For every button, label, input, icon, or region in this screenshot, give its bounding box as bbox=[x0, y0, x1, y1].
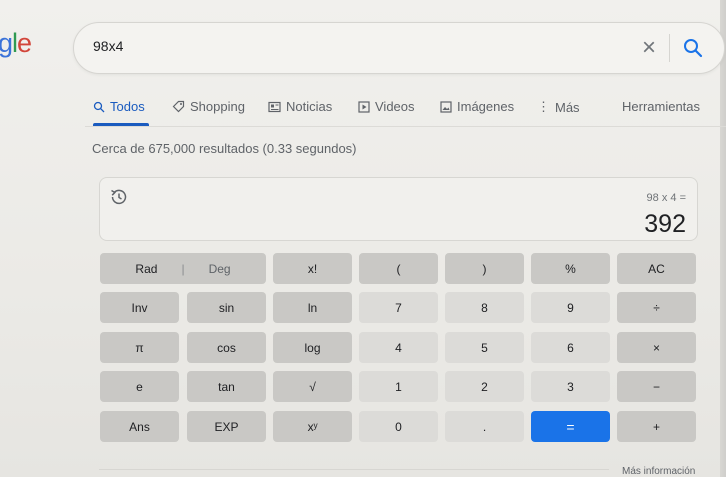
tab-imagenes[interactable]: Imágenes bbox=[440, 99, 514, 114]
tab-shopping[interactable]: Shopping bbox=[172, 99, 245, 114]
left-paren-key[interactable]: ( bbox=[359, 253, 438, 284]
tab-todos[interactable]: Todos bbox=[93, 99, 145, 114]
sin-key[interactable]: sin bbox=[187, 292, 266, 323]
tab-label: Herramientas bbox=[622, 99, 701, 114]
equals-key[interactable]: = bbox=[531, 411, 610, 442]
tab-label: Shopping bbox=[190, 99, 245, 114]
tabs-divider bbox=[85, 126, 726, 127]
digit-7-key[interactable]: 7 bbox=[359, 292, 438, 323]
calculator-footer-divider bbox=[99, 469, 609, 470]
tab-label: Videos bbox=[375, 99, 415, 114]
power-key[interactable]: xʸ bbox=[273, 411, 352, 442]
search-input[interactable]: 98x4 bbox=[93, 38, 123, 54]
more-info-link[interactable]: Más información bbox=[622, 466, 695, 477]
tab-herramientas[interactable]: Herramientas bbox=[622, 99, 700, 114]
history-icon[interactable] bbox=[108, 186, 130, 208]
sqrt-key[interactable]: √ bbox=[273, 371, 352, 402]
divide-key[interactable]: ÷ bbox=[617, 292, 696, 323]
digit-0-key[interactable]: 0 bbox=[359, 411, 438, 442]
tag-icon bbox=[172, 100, 185, 113]
multiply-key[interactable]: × bbox=[617, 332, 696, 363]
digit-5-key[interactable]: 5 bbox=[445, 332, 524, 363]
ans-key[interactable]: Ans bbox=[100, 411, 179, 442]
add-key[interactable]: + bbox=[617, 411, 696, 442]
tab-label: Noticias bbox=[286, 99, 333, 114]
search-icon[interactable] bbox=[681, 36, 705, 60]
exp-key[interactable]: EXP bbox=[187, 411, 266, 442]
digit-6-key[interactable]: 6 bbox=[531, 332, 610, 363]
right-paren-key[interactable]: ) bbox=[445, 253, 524, 284]
pi-key[interactable]: π bbox=[100, 332, 179, 363]
euler-key[interactable]: e bbox=[100, 371, 179, 402]
digit-9-key[interactable]: 9 bbox=[531, 292, 610, 323]
calculator-display bbox=[99, 177, 698, 241]
tab-label: Todos bbox=[110, 99, 145, 114]
subtract-key[interactable]: − bbox=[617, 371, 696, 402]
google-logo[interactable]: gle bbox=[0, 28, 32, 59]
tab-mas[interactable]: ⋮ Más bbox=[537, 99, 580, 115]
calculator-result: 392 bbox=[644, 210, 686, 238]
digit-8-key[interactable]: 8 bbox=[445, 292, 524, 323]
close-icon[interactable]: × bbox=[638, 36, 660, 60]
calculator-expression: 98 x 4 = bbox=[646, 192, 686, 204]
digit-3-key[interactable]: 3 bbox=[531, 371, 610, 402]
percent-key[interactable]: % bbox=[531, 253, 610, 284]
inverse-key[interactable]: Inv bbox=[100, 292, 179, 323]
rad-key-label: Rad bbox=[135, 261, 158, 276]
tab-label: Imágenes bbox=[457, 99, 515, 114]
image-icon bbox=[440, 100, 452, 113]
tab-noticias[interactable]: Noticias bbox=[268, 99, 332, 114]
search-divider bbox=[669, 34, 670, 62]
search-icon bbox=[93, 101, 105, 112]
newspaper-icon bbox=[268, 101, 281, 112]
tan-key[interactable]: tan bbox=[187, 371, 266, 402]
play-icon bbox=[358, 100, 370, 113]
digit-4-key[interactable]: 4 bbox=[359, 332, 438, 363]
digit-1-key[interactable]: 1 bbox=[359, 371, 438, 402]
search-box[interactable] bbox=[73, 22, 725, 74]
factorial-key[interactable]: x! bbox=[273, 253, 352, 284]
log-key[interactable]: log bbox=[273, 332, 352, 363]
decimal-key[interactable]: . bbox=[445, 411, 524, 442]
rad-deg-separator: | bbox=[181, 261, 185, 276]
tab-label: Más bbox=[555, 99, 580, 115]
screen-bezel bbox=[720, 0, 726, 477]
results-stats: Cerca de 675,000 resultados (0.33 segund… bbox=[92, 141, 357, 156]
cos-key[interactable]: cos bbox=[187, 332, 266, 363]
digit-2-key[interactable]: 2 bbox=[445, 371, 524, 402]
rad-deg-toggle[interactable]: Rad | Deg bbox=[100, 253, 266, 284]
deg-key-label: Deg bbox=[208, 261, 231, 276]
more-vert-icon: ⋮ bbox=[537, 99, 550, 114]
all-clear-key[interactable]: AC bbox=[617, 253, 696, 284]
ln-key[interactable]: ln bbox=[273, 292, 352, 323]
tab-videos[interactable]: Videos bbox=[358, 99, 415, 114]
